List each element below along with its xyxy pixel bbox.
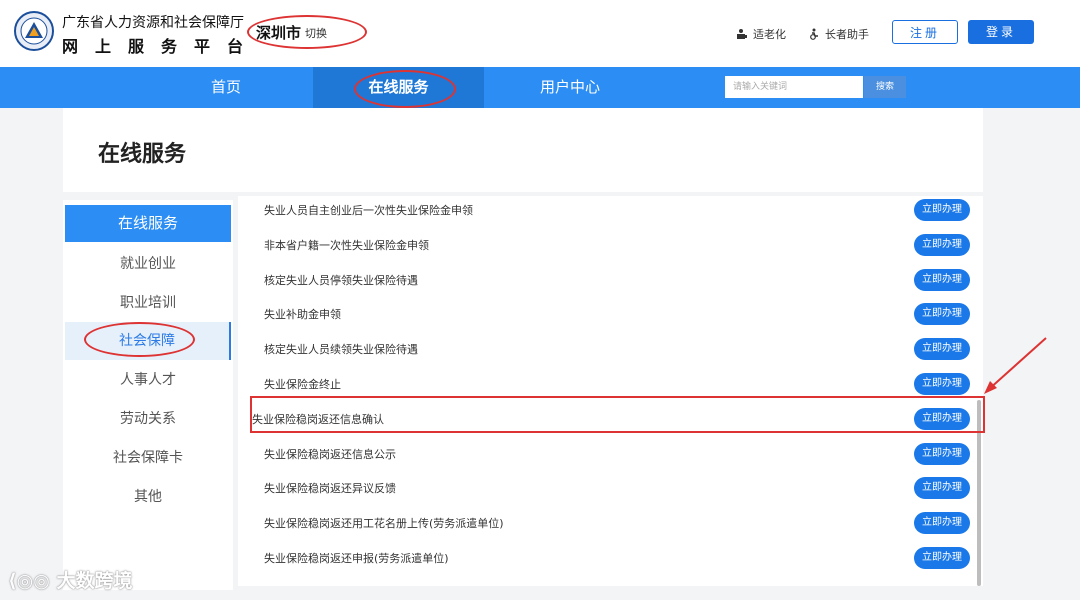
sidebar-item-other[interactable]: 其他 [65,478,231,516]
table-row: 失业保险稳岗返还异议反馈 立即办理 [238,471,983,506]
nav-annotation-circle [354,70,456,108]
annotation-arrow [984,337,1047,394]
watermark-text: 大数跨境 [56,570,133,592]
table-row: 失业保险稳岗返还用工花名册上传(劳务派遣单位) 立即办理 [238,506,983,541]
sidebar-item-social-security-card[interactable]: 社会保障卡 [65,439,231,477]
service-name: 核定失业人员停领失业保险待遇 [264,273,418,287]
table-row: 核定失业人员续领失业保险待遇 立即办理 [238,332,983,367]
nav-user-center[interactable]: 用户中心 [505,67,635,108]
table-row: 失业保险稳岗返还申报(劳务派遣单位) 立即办理 [238,541,983,576]
elder-helper-label: 长者助手 [825,28,869,41]
nav-home[interactable]: 首页 [170,67,282,108]
service-name: 失业保险稳岗返还用工花名册上传(劳务派遣单位) [264,517,504,531]
elder-helper-link[interactable]: 长者助手 [808,26,869,42]
service-name: 失业保险稳岗返还申报(劳务派遣单位) [264,552,449,565]
apply-now-button[interactable]: 立即办理 [914,373,970,395]
apply-now-button[interactable]: 立即办理 [914,547,970,569]
search-input[interactable] [725,76,863,98]
hrss-logo-icon[interactable] [14,11,54,51]
platform-name: 网上服务平台 [62,37,261,56]
apply-now-button[interactable]: 立即办理 [914,268,970,291]
main-nav: 首页 在线服务 用户中心 [0,67,1080,108]
service-name: 非本省户籍一次性失业保险金申领 [264,238,429,252]
apply-now-button[interactable]: 立即办理 [914,442,970,465]
accessibility-icon [810,28,818,40]
apply-now-button[interactable]: 立即办理 [914,338,970,361]
table-row: 失业人员自主创业后一次性失业保险金申领 立即办理 [238,193,983,228]
apply-now-button[interactable]: 立即办理 [914,303,970,326]
table-row: 核定失业人员停领失业保险待遇 立即办理 [238,263,983,298]
apply-now-button[interactable]: 立即办理 [914,477,970,500]
apply-now-button[interactable]: 立即办理 [914,512,970,535]
row-annotation-box [250,396,985,433]
org-name: 广东省人力资源和社会保障厅 [62,15,244,31]
apply-now-button[interactable]: 立即办理 [914,199,970,221]
search-button[interactable]: 搜索 [864,76,906,98]
sidebar-header[interactable]: 在线服务 [65,205,231,242]
table-row: 失业补助金申领 立即办理 [238,297,983,332]
service-name: 失业保险稳岗返还信息公示 [264,447,396,461]
table-row: 失业保险稳岗返还信息公示 立即办理 [238,437,983,472]
table-row: 非本省户籍一次性失业保险金申领 立即办理 [238,228,983,263]
sidebar-annotation-circle [84,322,195,357]
service-name: 失业保险稳岗返还异议反馈 [264,482,396,496]
page-title: 在线服务 [98,142,187,167]
sidebar-item-labor-relations[interactable]: 劳动关系 [65,400,231,438]
service-name: 失业补助金申领 [264,308,341,322]
watermark-logo-icon: ⟨◎◎ [8,570,50,592]
title-panel [63,108,983,192]
elder-mode-icon [737,29,747,39]
sidebar-item-training[interactable]: 职业培训 [65,284,231,322]
watermark: ⟨◎◎ 大数跨境 [8,566,132,593]
login-button[interactable]: 登录 [968,20,1034,44]
city-annotation-circle [247,15,367,49]
register-button[interactable]: 注册 [892,20,958,44]
apply-now-button[interactable]: 立即办理 [914,233,970,256]
elder-mode-label: 适老化 [753,28,786,41]
service-name: 失业人员自主创业后一次性失业保险金申领 [264,204,473,217]
sidebar-item-employment[interactable]: 就业创业 [65,245,231,283]
elder-mode-link[interactable]: 适老化 [736,26,786,42]
service-name: 核定失业人员续领失业保险待遇 [264,343,418,357]
sidebar-item-personnel[interactable]: 人事人才 [65,361,231,399]
